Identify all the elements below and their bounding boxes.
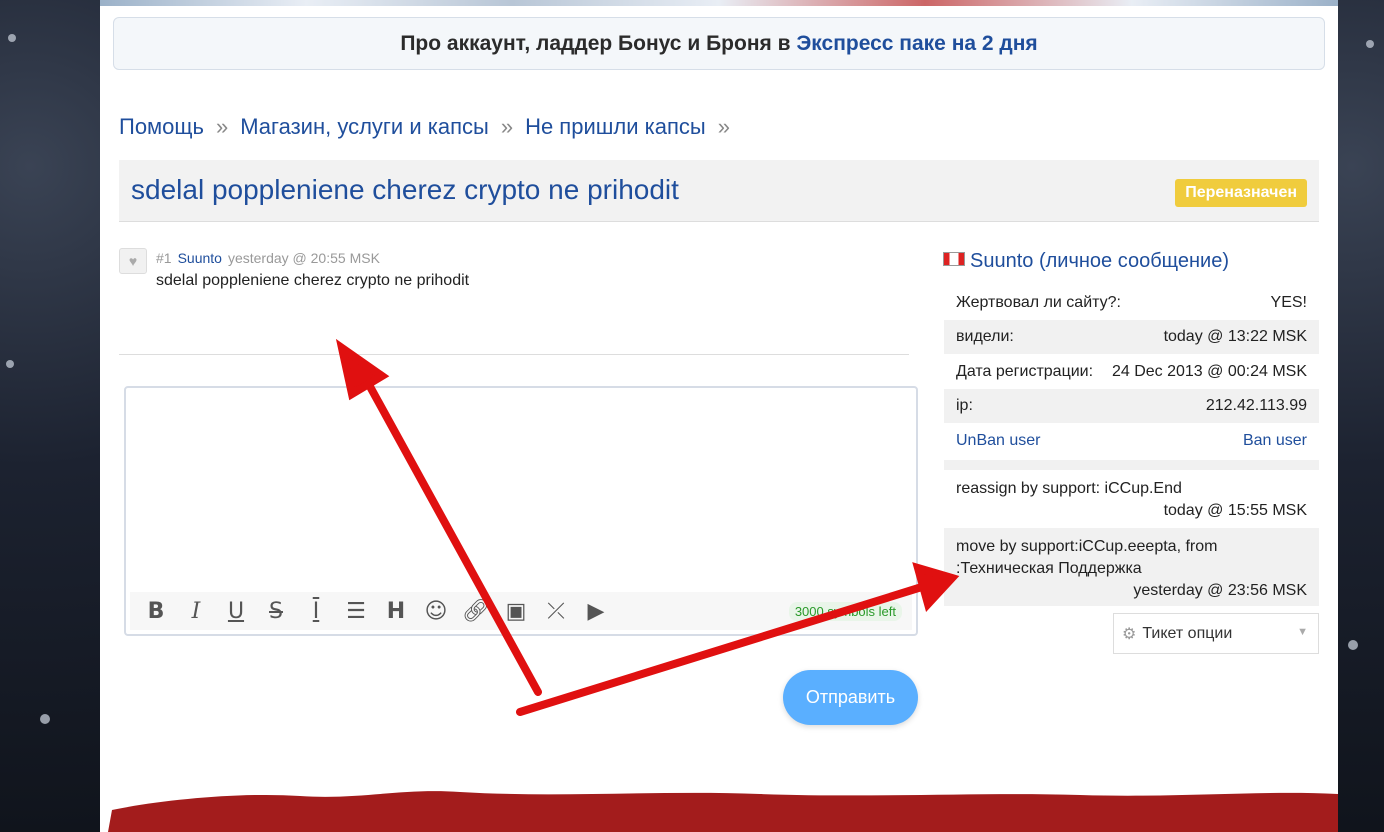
username-link[interactable]: Suunto [970, 250, 1033, 272]
ban-user-link[interactable]: Ban user [1243, 432, 1307, 450]
promo-banner[interactable]: Про аккаунт, ладдер Бонус и Броня в Эксп… [113, 17, 1325, 70]
log-entry: move by support:iCCup.eeepta, from :Техн… [944, 528, 1319, 606]
decor-dot [6, 360, 14, 368]
breadcrumb: Помощь» Магазин, услуги и капсы» Не пришли… [119, 114, 730, 139]
strikethrough-icon[interactable]: S [256, 596, 296, 626]
post-meta: #1 Suunto yesterday @ 20:55 MSK [156, 250, 380, 266]
youtube-icon[interactable]: ▶ [576, 596, 616, 626]
header-icon[interactable]: H [376, 596, 416, 626]
footer-wave [108, 791, 1338, 832]
log-entry: reassign by support: iCCup.End today @ 1… [956, 480, 1307, 519]
registration-row: Дата регистрации: 24 Dec 2013 @ 00:24 MSK [956, 363, 1307, 380]
smiley-icon[interactable]: ☺ [416, 596, 456, 626]
header-strip [100, 0, 1338, 6]
spacer-row [944, 460, 1319, 470]
background-left [0, 0, 100, 832]
seen-row: видели: today @ 13:22 MSK [944, 320, 1319, 354]
background-right [1338, 0, 1384, 832]
italic-icon[interactable]: I [176, 596, 216, 626]
user-title: Suunto (личное сообщение) [943, 250, 1229, 273]
page-content: Про аккаунт, ладдер Бонус и Броня в Эксп… [100, 0, 1338, 832]
ticket-title: sdelal poppleniene cherez crypto ne prih… [131, 174, 679, 205]
breadcrumb-help[interactable]: Помощь [119, 114, 204, 139]
post-time: yesterday @ 20:55 MSK [227, 250, 380, 266]
link-icon[interactable]: 🔗︎ [456, 596, 496, 626]
post-body: sdelal poppleniene cherez crypto ne prih… [156, 272, 470, 289]
heading-line-icon[interactable]: I [296, 596, 336, 626]
promo-text: Про аккаунт, ладдер Бонус и Броня в [400, 32, 797, 55]
ticket-title-bar: sdelal poppleniene cherez crypto ne prih… [119, 160, 1319, 222]
divider [119, 354, 909, 355]
flag-icon [943, 252, 965, 266]
reply-editor[interactable]: B I U S I ☰ H ☺ 🔗︎ ▣ ⤫ ▶ 3000 symbols le… [124, 386, 918, 636]
breadcrumb-caps[interactable]: Не пришли капсы [525, 114, 706, 139]
send-button[interactable]: Отправить [783, 670, 918, 725]
symbols-counter: 3000 symbols left [788, 602, 902, 621]
breadcrumb-shop[interactable]: Магазин, услуги и капсы [240, 114, 489, 139]
post-author[interactable]: Suunto [178, 250, 222, 266]
ip-row: ip: 212.42.113.99 [944, 389, 1319, 423]
image-icon[interactable]: ▣ [496, 596, 536, 626]
promo-link[interactable]: Экспресс паке на 2 дня [796, 32, 1037, 55]
post-number: #1 [156, 250, 172, 266]
editor-toolbar: B I U S I ☰ H ☺ 🔗︎ ▣ ⤫ ▶ 3000 symbols le… [130, 592, 912, 630]
status-badge: Переназначен [1175, 179, 1307, 207]
list-icon[interactable]: ☰ [336, 596, 376, 626]
chevron-down-icon: ▼ [1297, 626, 1308, 638]
pm-link[interactable]: (личное сообщение) [1039, 250, 1229, 272]
ticket-options-select[interactable]: ⚙ Тикет опции ▼ [1113, 613, 1319, 654]
avatar[interactable]: ♥ [119, 248, 147, 274]
decor-dot [40, 714, 50, 724]
collapse-icon[interactable]: ⤫ [536, 596, 576, 626]
underline-icon[interactable]: U [216, 596, 256, 626]
decor-dot [8, 34, 16, 42]
ban-row: UnBan user Ban user [944, 424, 1319, 458]
unban-user-link[interactable]: UnBan user [956, 432, 1041, 450]
decor-dot [1366, 40, 1374, 48]
bold-icon[interactable]: B [136, 596, 176, 626]
gear-icon: ⚙ [1122, 625, 1137, 643]
donated-row: Жертвовал ли сайту?: YES! [956, 294, 1307, 311]
decor-dot [1348, 640, 1358, 650]
